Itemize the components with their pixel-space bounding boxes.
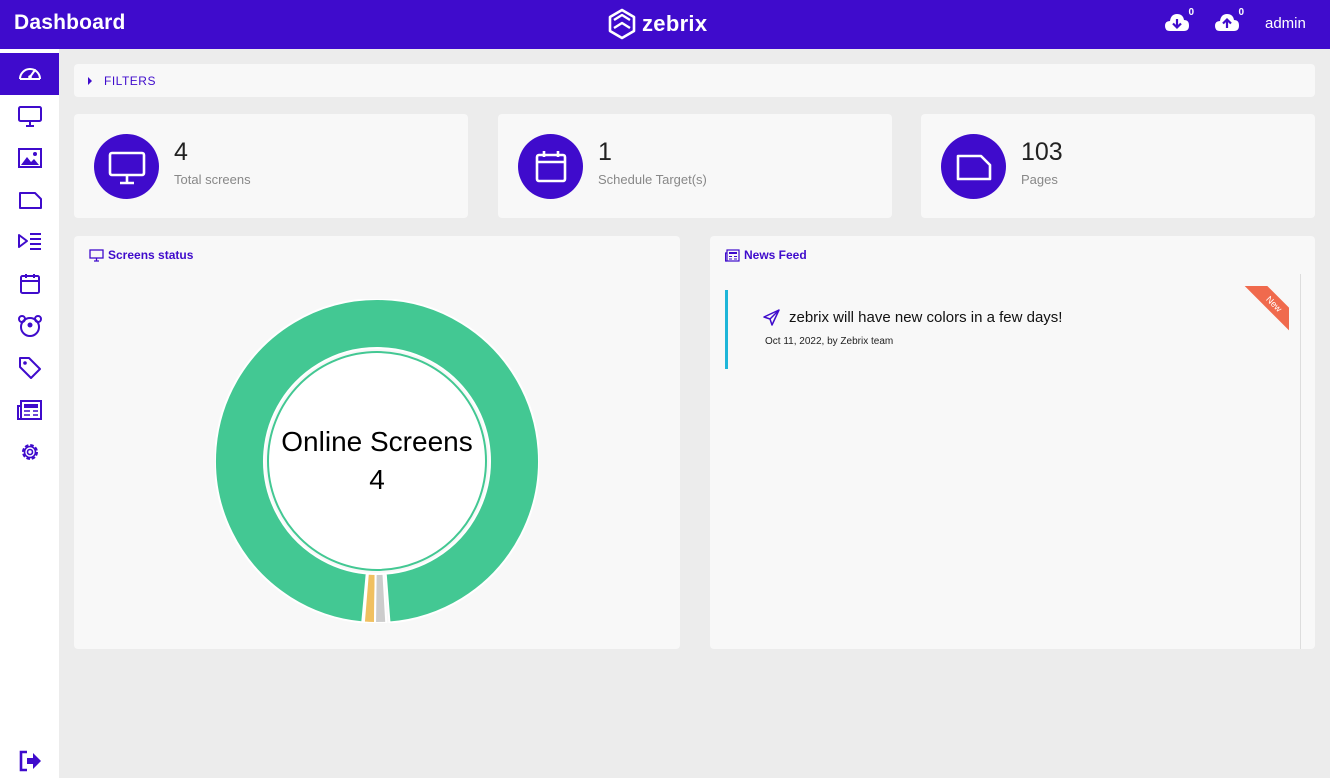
sidebar-item-dashboard[interactable] xyxy=(0,53,59,95)
news-item-title: zebrix will have new colors in a few day… xyxy=(789,309,1063,326)
stat-icon-circle xyxy=(518,134,583,199)
page-icon xyxy=(956,154,991,180)
donut-center-label: Online Screens xyxy=(281,426,473,457)
news-feed-panel: News Feed zebrix will have new colors in… xyxy=(710,236,1315,649)
page-icon xyxy=(18,192,42,209)
stat-card-schedule-targets[interactable]: 1 Schedule Target(s) xyxy=(498,114,892,218)
monitor-icon xyxy=(17,106,42,127)
cloud-download-icon xyxy=(1165,14,1189,31)
sidebar-item-settings[interactable] xyxy=(0,431,59,473)
sidebar-item-news[interactable] xyxy=(0,389,59,431)
panel-header: News Feed xyxy=(725,248,807,262)
upload-button[interactable]: 0 xyxy=(1214,7,1244,36)
upload-count: 0 xyxy=(1238,7,1244,18)
filters-label: FILTERS xyxy=(104,73,156,88)
filters-toggle[interactable]: FILTERS xyxy=(74,64,1315,97)
stat-card-pages[interactable]: 103 Pages xyxy=(921,114,1315,218)
dashboard-gauge-icon xyxy=(18,68,41,80)
news-item[interactable]: zebrix will have new colors in a few day… xyxy=(725,290,1288,369)
newspaper-icon xyxy=(725,248,740,262)
sidebar-item-tags[interactable] xyxy=(0,347,59,389)
calendar-icon xyxy=(535,150,566,182)
stat-icon-circle xyxy=(94,134,159,199)
gear-icon xyxy=(21,444,38,460)
download-count: 0 xyxy=(1188,7,1194,18)
stat-label: Pages xyxy=(1021,172,1058,187)
monitor-icon xyxy=(108,151,145,184)
user-menu[interactable]: admin xyxy=(1265,15,1306,32)
stat-value: 4 xyxy=(174,138,188,166)
playlist-icon xyxy=(17,233,41,250)
news-scrollbar[interactable] xyxy=(1300,274,1301,649)
download-button[interactable]: 0 xyxy=(1164,7,1194,36)
brand-logo[interactable]: zebrix xyxy=(608,8,707,40)
zebrix-logo-icon xyxy=(608,8,636,40)
sidebar-item-media[interactable] xyxy=(0,137,59,179)
newspaper-icon xyxy=(16,400,42,420)
new-badge: New xyxy=(1237,286,1289,338)
stat-icon-circle xyxy=(941,134,1006,199)
sidebar-item-pages[interactable] xyxy=(0,179,59,221)
image-icon xyxy=(17,148,42,168)
calendar-icon xyxy=(19,274,40,294)
brand-name: zebrix xyxy=(642,11,708,36)
stat-value: 1 xyxy=(598,138,612,166)
sidebar-item-groups[interactable] xyxy=(0,305,59,347)
monitor-icon xyxy=(89,248,104,262)
panel-header: Screens status xyxy=(89,248,193,262)
stat-card-total-screens[interactable]: 4 Total screens xyxy=(74,114,468,218)
stat-value: 103 xyxy=(1021,138,1063,166)
logout-button[interactable] xyxy=(0,740,59,778)
tag-icon xyxy=(18,357,41,379)
paper-plane-icon xyxy=(763,309,780,326)
panel-title: Screens status xyxy=(108,248,194,262)
groups-icon xyxy=(17,315,42,337)
news-item-meta: Oct 11, 2022, by Zebrix team xyxy=(765,336,894,347)
cloud-upload-icon xyxy=(1215,14,1239,31)
screens-donut-chart[interactable]: Online Screens 4 xyxy=(214,298,541,624)
screens-status-panel: Screens status Online Screens 4 xyxy=(74,236,680,649)
logout-icon xyxy=(19,750,41,772)
stat-label: Total screens xyxy=(174,172,251,187)
top-bar: Dashboard zebrix 0 0 admin xyxy=(0,0,1330,49)
page-title: Dashboard xyxy=(14,11,126,34)
donut-center-value: 4 xyxy=(369,464,385,495)
sidebar-item-schedules[interactable] xyxy=(0,263,59,305)
sidebar-item-screens[interactable] xyxy=(0,95,59,137)
donut-center: Online Screens 4 xyxy=(215,299,539,623)
sidebar-item-playlists[interactable] xyxy=(0,221,59,263)
caret-right-icon xyxy=(88,76,92,85)
panel-title: News Feed xyxy=(744,248,807,262)
sidebar xyxy=(0,49,59,778)
new-badge-label: New xyxy=(1240,286,1289,338)
stat-label: Schedule Target(s) xyxy=(598,172,707,187)
news-item-title-row: zebrix will have new colors in a few day… xyxy=(763,309,1062,326)
